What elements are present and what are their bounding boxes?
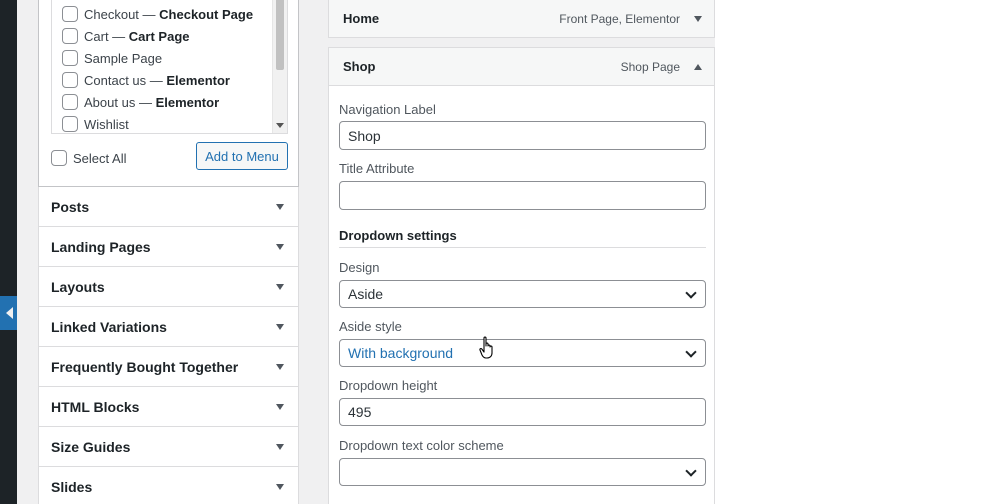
accordion-landing-pages[interactable]: Landing Pages (38, 227, 299, 267)
admin-sidebar (0, 0, 17, 504)
page-item-checkout[interactable]: Checkout — Checkout Page (62, 3, 253, 25)
text-color-scheme-label: Dropdown text color scheme (339, 438, 504, 453)
checkbox[interactable] (62, 72, 78, 88)
chevron-down-icon (685, 465, 697, 477)
chevron-down-icon (276, 444, 284, 450)
design-select[interactable]: Aside (339, 280, 706, 308)
select-all-checkbox[interactable] (51, 150, 67, 166)
hand-pointer-icon (479, 336, 493, 359)
aside-style-label: Aside style (339, 319, 402, 334)
accordion-slides[interactable]: Slides (38, 467, 299, 504)
accordion-frequently-bought-together[interactable]: Frequently Bought Together (38, 347, 299, 387)
navigation-label-input[interactable]: Shop (339, 121, 706, 150)
pages-checklist: Checkout — Checkout Page Cart — Cart Pag… (51, 0, 288, 134)
chevron-down-icon (276, 364, 284, 370)
scroll-down-icon[interactable] (276, 123, 284, 128)
scrollbar[interactable] (272, 0, 287, 133)
menu-item-settings: Navigation Label Shop Title Attribute Dr… (328, 86, 715, 504)
checkbox[interactable] (62, 94, 78, 110)
chevron-down-icon (276, 324, 284, 330)
checkbox[interactable] (62, 28, 78, 44)
design-label: Design (339, 260, 380, 275)
dropdown-settings-heading: Dropdown settings (339, 228, 457, 243)
accordion-posts[interactable]: Posts (38, 187, 299, 227)
collapse-arrow-icon[interactable] (694, 64, 702, 70)
pages-box: Checkout — Checkout Page Cart — Cart Pag… (38, 0, 299, 187)
add-menu-items-panel: Checkout — Checkout Page Cart — Cart Pag… (38, 0, 299, 504)
checkbox[interactable] (62, 116, 78, 132)
accordion-layouts[interactable]: Layouts (38, 267, 299, 307)
accordion-linked-variations[interactable]: Linked Variations (38, 307, 299, 347)
chevron-down-icon (276, 404, 284, 410)
nav-label-label: Navigation Label (339, 102, 436, 117)
page-item-wishlist[interactable]: Wishlist (62, 113, 129, 133)
accordion-size-guides[interactable]: Size Guides (38, 427, 299, 467)
text-color-scheme-select[interactable] (339, 458, 706, 486)
chevron-down-icon (685, 287, 697, 299)
divider (339, 247, 706, 248)
page-item-cart[interactable]: Cart — Cart Page (62, 25, 190, 47)
menu-item-home[interactable]: Home Front Page, Elementor (328, 0, 715, 38)
chevron-down-icon (276, 484, 284, 490)
dropdown-height-input[interactable]: 495 (339, 398, 706, 426)
select-all[interactable]: Select All (51, 150, 126, 166)
chevron-down-icon (276, 244, 284, 250)
collapse-arrow-icon[interactable] (0, 296, 17, 330)
scroll-thumb[interactable] (276, 0, 284, 70)
chevron-down-icon (685, 346, 697, 358)
expand-arrow-icon[interactable] (694, 16, 702, 22)
checkbox[interactable] (62, 50, 78, 66)
chevron-down-icon (276, 284, 284, 290)
checkbox[interactable] (62, 6, 78, 22)
aside-style-select[interactable]: With background (339, 339, 706, 367)
page-item-contact[interactable]: Contact us — Elementor (62, 69, 230, 91)
chevron-down-icon (276, 204, 284, 210)
title-attribute-label: Title Attribute (339, 161, 415, 176)
menu-structure: Home Front Page, Elementor Shop Shop Pag… (328, 0, 715, 504)
menu-item-shop[interactable]: Shop Shop Page (328, 47, 715, 86)
dropdown-height-label: Dropdown height (339, 378, 438, 393)
page-item-about[interactable]: About us — Elementor (62, 91, 219, 113)
title-attribute-input[interactable] (339, 181, 706, 210)
accordion-html-blocks[interactable]: HTML Blocks (38, 387, 299, 427)
add-to-menu-button[interactable]: Add to Menu (196, 142, 288, 170)
right-blank-area (715, 0, 1000, 504)
page-item-sample[interactable]: Sample Page (62, 47, 162, 69)
